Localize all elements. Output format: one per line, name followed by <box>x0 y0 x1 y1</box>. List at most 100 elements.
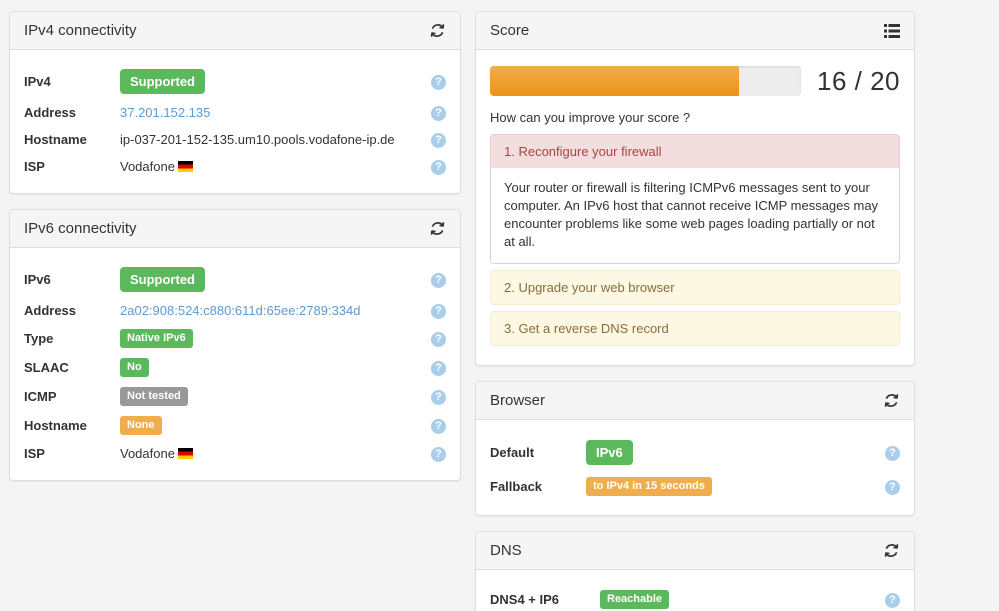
help-icon[interactable]: ? <box>431 419 446 434</box>
row-value: Native IPv6 <box>120 324 422 353</box>
row-value: 37.201.152.135 <box>120 99 422 126</box>
score-row: 16 / 20 <box>490 64 900 96</box>
dns-table: DNS4 + IP6 Reachable ? DNS6 + IP4 Rea <box>490 584 900 611</box>
help-icon[interactable]: ? <box>431 447 446 462</box>
browser-table: Default IPv6 ? Fallback to IPv4 in 15 se… <box>490 434 900 502</box>
row-label: ISP <box>24 446 45 461</box>
refresh-icon[interactable] <box>429 220 446 237</box>
table-row: Type Native IPv6 ? <box>24 324 446 353</box>
score-panel-header: Score <box>476 12 914 50</box>
row-label: ISP <box>24 159 45 174</box>
ipv4-panel-header: IPv4 connectivity <box>10 12 460 50</box>
status-badge: Supported <box>120 69 205 94</box>
row-help: ? <box>422 297 446 324</box>
status-badge: Reachable <box>600 590 670 609</box>
row-label: Address <box>24 303 77 318</box>
refresh-icon[interactable] <box>883 542 900 559</box>
score-question-text: How can you improve your score ? <box>490 110 691 125</box>
help-icon[interactable]: ? <box>431 332 446 347</box>
help-icon[interactable]: ? <box>431 133 446 148</box>
right-column: Score 16 / 20 How can you improve your s… <box>475 11 915 611</box>
row-value: to IPv4 in 15 seconds <box>586 471 876 502</box>
row-label: IPv4 <box>24 74 51 89</box>
status-badge: None <box>120 416 162 435</box>
table-row: Address 2a02:908:524:c880:611d:65ee:2789… <box>24 297 446 324</box>
accordion-item-3: 3. Get a reverse DNS record <box>490 311 900 346</box>
germany-flag-icon <box>177 161 193 172</box>
score-progress-bar <box>490 66 739 96</box>
help-icon[interactable]: ? <box>431 160 446 175</box>
score-panel-body: 16 / 20 How can you improve your score ?… <box>476 50 914 365</box>
browser-panel-body: Default IPv6 ? Fallback to IPv4 in 15 se… <box>476 420 914 515</box>
germany-flag-icon <box>177 448 193 459</box>
table-row: Hostname None ? <box>24 411 446 440</box>
help-icon[interactable]: ? <box>885 593 900 608</box>
accordion-item-2: 2. Upgrade your web browser <box>490 270 900 305</box>
score-panel-title: Score <box>490 21 530 39</box>
row-label: Default <box>490 445 535 460</box>
browser-panel: Browser Default IPv6 ? Fallback to IPv4 … <box>475 381 915 516</box>
table-row: SLAAC No ? <box>24 353 446 382</box>
row-label: Type <box>24 331 54 346</box>
accordion-body-1: Your router or firewall is filtering ICM… <box>491 168 899 263</box>
row-value: Supported <box>120 262 422 297</box>
status-badge: Supported <box>120 267 205 292</box>
refresh-icon[interactable] <box>429 22 446 39</box>
table-row: Address 37.201.152.135 ? <box>24 99 446 126</box>
score-panel: Score 16 / 20 How can you improve your s… <box>475 11 915 366</box>
row-value: None <box>120 411 422 440</box>
status-badge: No <box>120 358 149 377</box>
accordion-header-3[interactable]: 3. Get a reverse DNS record <box>491 312 899 345</box>
ipv4-connectivity-panel: IPv4 connectivity IPv4 Supported ? Addre… <box>9 11 461 194</box>
table-row: IPv6 Supported ? <box>24 262 446 297</box>
refresh-icon[interactable] <box>883 392 900 409</box>
help-icon[interactable]: ? <box>431 361 446 376</box>
row-label: Hostname <box>24 132 87 147</box>
score-progress-track <box>490 66 801 96</box>
row-value: IPv6 <box>586 434 876 471</box>
row-value: No <box>120 353 422 382</box>
table-row: Fallback to IPv4 in 15 seconds ? <box>490 471 900 502</box>
help-icon[interactable]: ? <box>431 390 446 405</box>
row-label: SLAAC <box>24 360 69 375</box>
help-icon[interactable]: ? <box>431 304 446 319</box>
isp-name: Vodafone <box>120 446 175 461</box>
help-icon[interactable]: ? <box>885 480 900 495</box>
browser-panel-title: Browser <box>490 391 546 409</box>
isp-name: Vodafone <box>120 159 175 174</box>
ipv4-table: IPv4 Supported ? Address 37.201.152.135 … <box>24 64 446 180</box>
dns-panel-header: DNS <box>476 532 914 570</box>
ipv6-address-link[interactable]: 2a02:908:524:c880:611d:65ee:2789:334d <box>120 303 361 318</box>
accordion-header-2[interactable]: 2. Upgrade your web browser <box>491 271 899 304</box>
ipv6-panel-body: IPv6 Supported ? Address 2a02:908:524:c8… <box>10 248 460 480</box>
row-label: IPv6 <box>24 272 51 287</box>
improvement-accordion: 1. Reconfigure your firewall Your router… <box>490 134 900 346</box>
table-row: ISP Vodafone ? <box>24 440 446 467</box>
table-row: DNS4 + IP6 Reachable ? <box>490 584 900 611</box>
help-icon[interactable]: ? <box>431 273 446 288</box>
row-help: ? <box>422 440 446 467</box>
browser-panel-header: Browser <box>476 382 914 420</box>
row-label: ICMP <box>24 389 57 404</box>
table-row: IPv4 Supported ? <box>24 64 446 99</box>
help-icon[interactable]: ? <box>431 75 446 90</box>
help-icon[interactable]: ? <box>431 106 446 121</box>
row-label: Fallback <box>490 479 543 494</box>
help-icon[interactable]: ? <box>885 446 900 461</box>
row-value: 2a02:908:524:c880:611d:65ee:2789:334d <box>120 297 422 324</box>
ipv6-panel-header: IPv6 connectivity <box>10 210 460 248</box>
row-help: ? <box>422 411 446 440</box>
page-root: IPv4 connectivity IPv4 Supported ? Addre… <box>0 0 999 611</box>
row-help: ? <box>422 382 446 411</box>
status-badge: to IPv4 in 15 seconds <box>586 477 712 496</box>
row-value: Vodafone <box>120 153 422 180</box>
accordion-header-1[interactable]: 1. Reconfigure your firewall <box>491 135 899 168</box>
ipv4-address-link[interactable]: 37.201.152.135 <box>120 105 210 120</box>
score-value-text: 16 / 20 <box>816 66 900 96</box>
list-icon[interactable] <box>883 22 900 39</box>
row-value: Supported <box>120 64 422 99</box>
row-value: Vodafone <box>120 440 422 467</box>
ipv6-panel-title: IPv6 connectivity <box>24 219 137 237</box>
table-row: ISP Vodafone ? <box>24 153 446 180</box>
row-help: ? <box>876 471 900 502</box>
